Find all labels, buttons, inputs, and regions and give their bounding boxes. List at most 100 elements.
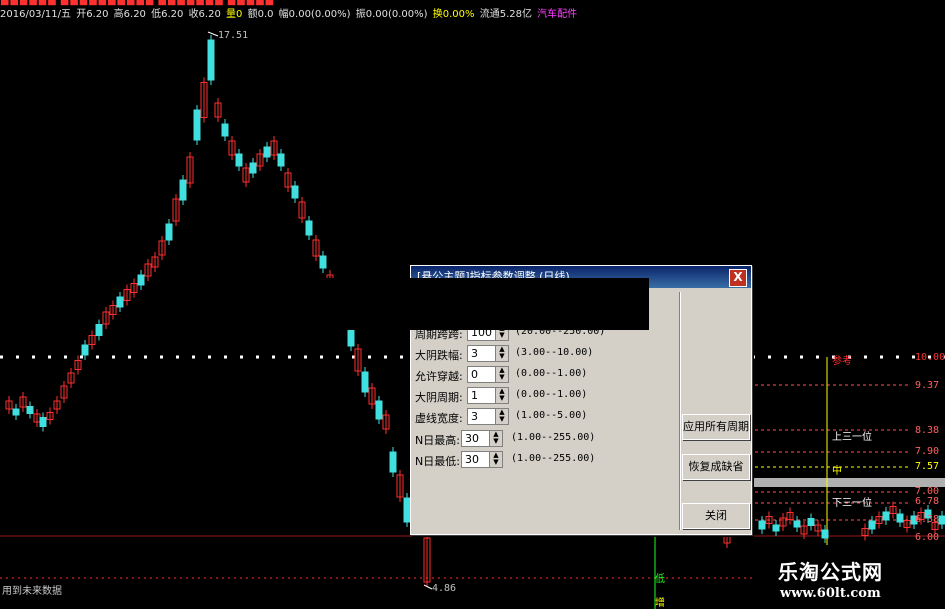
low-marker-label: 低: [655, 574, 665, 585]
quote-sector[interactable]: 汽车配件: [537, 9, 577, 20]
candle-body: [277, 153, 285, 167]
param-range: (1.00--5.00): [515, 410, 588, 421]
quote-amount: 额0.0: [247, 9, 274, 20]
spin-arrows-icon[interactable]: ▲▼: [495, 367, 508, 382]
candle-body: [375, 400, 383, 420]
price-6-00: 6.00: [915, 532, 940, 543]
candle-body: [938, 515, 945, 525]
spin-arrows-icon[interactable]: ▲▼: [495, 346, 508, 361]
spin-arrows-icon[interactable]: ▲▼: [495, 409, 508, 424]
increase-marker-label: 增: [655, 598, 665, 609]
close-icon[interactable]: X: [729, 269, 747, 287]
candle-body: [39, 417, 47, 427]
peak-pointer: [207, 31, 219, 37]
candle-body: [305, 220, 313, 236]
quote-close: 收6.20: [188, 9, 221, 20]
future-data-note: 用到未来数据: [2, 586, 62, 597]
candle-body: [361, 371, 369, 393]
price-7-57: 7.57: [915, 461, 940, 472]
close-button[interactable]: 关闭: [682, 503, 750, 529]
restore-default-button[interactable]: 恢复成缺省: [682, 454, 750, 480]
param-spin-input[interactable]: 1 ▲ ▼: [467, 387, 509, 404]
quote-float: 流通5.28亿: [479, 9, 532, 20]
candle-body: [807, 518, 815, 526]
quote-volume: 量0: [226, 9, 243, 20]
param-value: 30: [465, 432, 479, 445]
bottom-pointer: [423, 584, 433, 590]
candle-body: [249, 162, 257, 174]
candle-body: [319, 255, 327, 269]
param-value: 3: [471, 347, 478, 360]
candle-body: [81, 344, 89, 356]
peak-price-label: 17.51: [218, 30, 249, 41]
param-name: N日最低:: [415, 455, 460, 468]
candle-body: [116, 296, 124, 308]
param-range: (1.00--255.00): [511, 432, 596, 443]
quote-low: 低6.20: [151, 9, 184, 20]
candle-body: [758, 520, 766, 530]
param-spin-input[interactable]: 0 ▲ ▼: [467, 366, 509, 383]
param-name: 大阴跌幅:: [415, 349, 463, 362]
quote-swing: 振0.00(0.00%): [355, 9, 428, 20]
param-spin-input[interactable]: 30 ▲ ▼: [461, 430, 503, 447]
quote-header: 2016/03/11/五 开6.20 高6.20 低6.20 收6.20 量0 …: [0, 8, 579, 22]
price-7-90: 7.90: [915, 446, 940, 457]
candle-body: [26, 406, 34, 414]
candle-body: [389, 451, 397, 473]
candle-body: [95, 324, 103, 336]
param-value: 0: [471, 368, 478, 381]
candle-body: [165, 223, 173, 241]
indicator-header-line: ■■■■■■ ■■■■■■■■■■ ■■■■■■■ ■■■■■: [0, 0, 275, 6]
spin-arrows-icon[interactable]: ▲▼: [495, 388, 508, 403]
candle-body: [193, 109, 201, 141]
param-name: 大阴周期:: [415, 391, 463, 404]
param-range: (0.00--1.00): [515, 389, 588, 400]
candle-body: [12, 408, 20, 416]
candle-body: [263, 146, 271, 158]
param-spin-input[interactable]: 3 ▲ ▼: [467, 345, 509, 362]
watermark-url: www.60lt.com: [780, 586, 881, 601]
param-range: (0.00--1.00): [515, 368, 588, 379]
candle-body: [882, 511, 890, 521]
apply-all-periods-button[interactable]: 应用所有周期: [682, 414, 750, 440]
watermark-brand: 乐淘公式网: [778, 560, 883, 584]
lower-third-label: 下三一位: [832, 498, 872, 509]
spin-arrows-icon[interactable]: ▲▼: [489, 431, 502, 446]
middle-label: 中: [832, 466, 842, 477]
spin-arrows-icon[interactable]: ▲▼: [489, 452, 502, 467]
quote-date: 2016/03/11/五: [0, 9, 72, 20]
redaction-block: [299, 278, 649, 330]
candle-body: [347, 329, 355, 347]
candle-body: [179, 179, 187, 201]
candle-body: [868, 520, 876, 530]
candle-body: [821, 529, 829, 539]
candle-body: [207, 39, 215, 81]
param-name: N日最高:: [415, 434, 460, 447]
price-9-37: 9.37: [915, 380, 940, 391]
quote-turnover: 换0.00%: [432, 9, 475, 20]
param-spin-input[interactable]: 3 ▲ ▼: [467, 408, 509, 425]
candle-body: [291, 185, 299, 199]
candle-body: [235, 153, 243, 167]
candle-body: [221, 123, 229, 137]
param-value: 1: [471, 389, 478, 402]
quote-open: 开6.20: [76, 9, 109, 20]
candle-body: [137, 274, 145, 286]
param-spin-input[interactable]: 30 ▲ ▼: [461, 451, 503, 468]
param-range: (3.00--10.00): [515, 347, 594, 358]
ref-label: 参考: [832, 356, 852, 367]
price-10-00: 10.00: [915, 352, 945, 363]
param-value: 30: [465, 453, 479, 466]
dialog-divider: [679, 292, 681, 530]
upper-third-label: 上三一位: [832, 432, 872, 443]
bottom-price-label: 4.86: [432, 583, 457, 594]
param-name: 虚线宽度:: [415, 412, 463, 425]
candle-body: [793, 520, 801, 528]
price-6-78: 6.78: [915, 496, 940, 507]
candle-body: [896, 513, 904, 523]
param-value: 3: [471, 410, 478, 423]
quote-high: 高6.20: [113, 9, 146, 20]
watermark: 乐淘公式网 www.60lt.com: [752, 553, 945, 609]
price-8-38: 8.38: [915, 425, 940, 436]
quote-amplitude: 幅0.00(0.00%): [278, 9, 351, 20]
